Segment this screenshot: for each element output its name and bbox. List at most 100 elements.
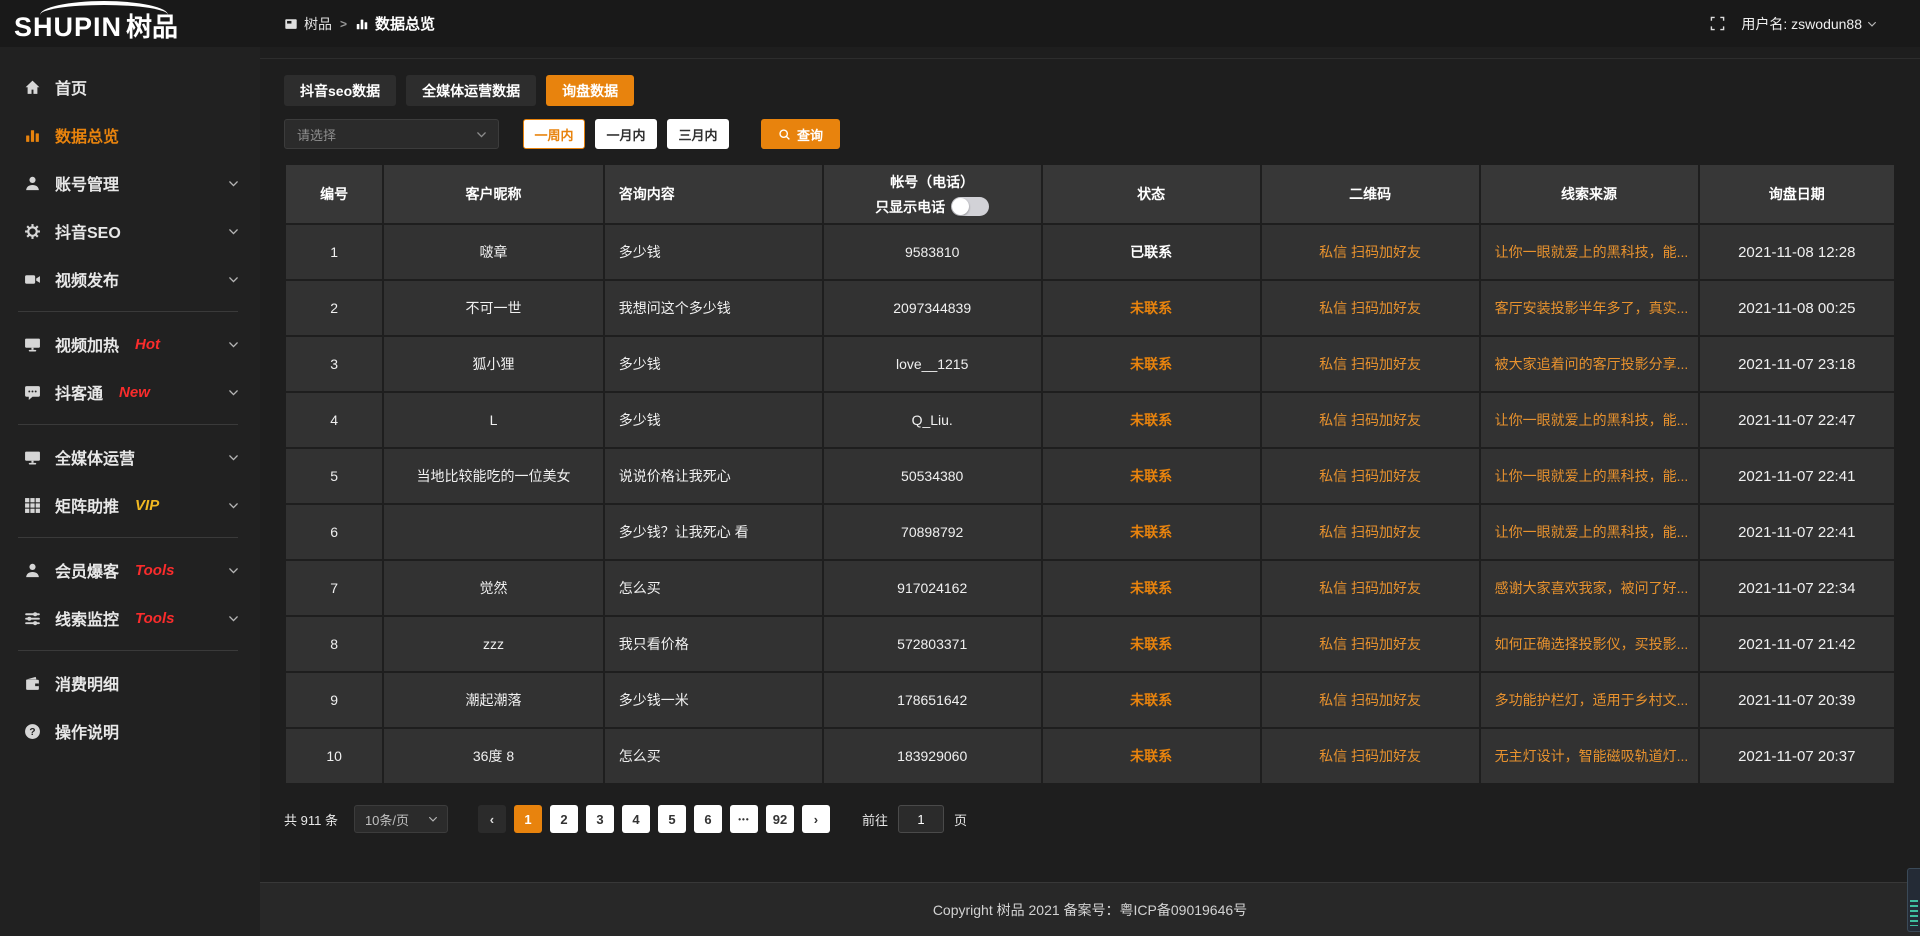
header-qr: 二维码 (1261, 164, 1480, 224)
cell-account: 9583810 (823, 224, 1042, 280)
new-badge: New (119, 384, 150, 401)
status-badge: 未联系 (1042, 728, 1261, 784)
cell-id: 6 (285, 504, 383, 560)
tab-inquiry-data[interactable]: 询盘数据 (546, 75, 634, 106)
qr-link[interactable]: 私信 扫码加好友 (1261, 504, 1480, 560)
goto-label: 前往 (862, 810, 888, 829)
status-badge: 未联系 (1042, 336, 1261, 392)
cell-content: 多少钱 (604, 224, 823, 280)
cell-nickname: L (383, 392, 604, 448)
source-link[interactable]: 被大家追着问的客厅投影分享... (1480, 336, 1699, 392)
qr-link[interactable]: 私信 扫码加好友 (1261, 336, 1480, 392)
next-page-button[interactable]: › (802, 805, 830, 833)
status-badge: 未联系 (1042, 392, 1261, 448)
header-status: 状态 (1042, 164, 1261, 224)
topbar-right: 用户名: zswodun88 (1710, 14, 1920, 34)
range-quarter-button[interactable]: 三月内 (667, 119, 729, 149)
qr-link[interactable]: 私信 扫码加好友 (1261, 672, 1480, 728)
cell-date: 2021-11-08 12:28 (1699, 224, 1895, 280)
header-source: 线索来源 (1480, 164, 1699, 224)
fullscreen-icon[interactable] (1710, 16, 1725, 31)
tools-badge: Tools (135, 610, 174, 627)
page-button-3[interactable]: 3 (586, 805, 614, 833)
account-select[interactable]: 请选择 (284, 119, 499, 149)
sidebar-item-matrix-boost[interactable]: 矩阵助推 VIP (0, 481, 260, 529)
cell-date: 2021-11-07 22:41 (1699, 448, 1895, 504)
breadcrumb: 树品 > 数据总览 (284, 13, 435, 34)
logo[interactable]: SHUPIN 树品 (0, 0, 260, 47)
page-button-92[interactable]: 92 (766, 805, 794, 833)
source-link[interactable]: 客厅安装投影半年多了，真实... (1480, 280, 1699, 336)
sidebar-item-douyin-seo[interactable]: 抖音SEO (0, 207, 260, 255)
page-button-5[interactable]: 5 (658, 805, 686, 833)
content-divider (260, 47, 1920, 59)
phone-only-toggle[interactable] (951, 197, 989, 216)
source-link[interactable]: 如何正确选择投影仪，买投影... (1480, 616, 1699, 672)
page-button-6[interactable]: 6 (694, 805, 722, 833)
page-ellipsis-button[interactable]: ••• (730, 805, 758, 833)
sidebar-item-omnimedia[interactable]: 全媒体运营 (0, 433, 260, 481)
sidebar-item-account-management[interactable]: 账号管理 (0, 159, 260, 207)
source-link[interactable]: 让你一眼就爱上的黑科技，能... (1480, 392, 1699, 448)
breadcrumb-separator: > (340, 17, 347, 31)
cell-content: 我想问这个多少钱 (604, 280, 823, 336)
qr-link[interactable]: 私信 扫码加好友 (1261, 392, 1480, 448)
sidebar-item-data-overview[interactable]: 数据总览 (0, 111, 260, 159)
chevron-down-icon (427, 813, 439, 825)
vip-badge: VIP (135, 497, 159, 514)
qr-link[interactable]: 私信 扫码加好友 (1261, 560, 1480, 616)
cell-nickname: 36度 8 (383, 728, 604, 784)
source-link[interactable]: 感谢大家喜欢我家，被问了好... (1480, 560, 1699, 616)
prev-page-button[interactable]: ‹ (478, 805, 506, 833)
qr-link[interactable]: 私信 扫码加好友 (1261, 448, 1480, 504)
tab-douyin-seo-data[interactable]: 抖音seo数据 (284, 75, 396, 106)
chevron-down-icon (227, 451, 240, 464)
source-link[interactable]: 让你一眼就爱上的黑科技，能... (1480, 504, 1699, 560)
sidebar-item-video-heating[interactable]: 视频加热 Hot (0, 320, 260, 368)
cell-id: 7 (285, 560, 383, 616)
search-button[interactable]: 查询 (761, 119, 840, 149)
floating-widget[interactable] (1907, 868, 1920, 932)
sidebar-item-home[interactable]: 首页 (0, 63, 260, 111)
cell-date: 2021-11-07 20:37 (1699, 728, 1895, 784)
source-link[interactable]: 无主灯设计，智能磁吸轨道灯... (1480, 728, 1699, 784)
cell-content: 怎么买 (604, 728, 823, 784)
tab-omnimedia-data[interactable]: 全媒体运营数据 (406, 75, 536, 106)
chevron-down-icon (227, 612, 240, 625)
breadcrumb-root[interactable]: 树品 (284, 14, 332, 34)
goto-page-input[interactable] (898, 805, 944, 833)
page-size-select[interactable]: 10条/页 (354, 805, 448, 833)
sidebar-item-douketong[interactable]: 抖客通 New (0, 368, 260, 416)
cell-date: 2021-11-08 00:25 (1699, 280, 1895, 336)
sidebar-item-lead-monitoring[interactable]: 线索监控 Tools (0, 594, 260, 642)
page-button-1[interactable]: 1 (514, 805, 542, 833)
cell-nickname: zzz (383, 616, 604, 672)
phone-only-label: 只显示电话 (875, 197, 945, 217)
user-menu[interactable]: 用户名: zswodun88 (1741, 14, 1878, 34)
source-link[interactable]: 让你一眼就爱上的黑科技，能... (1480, 448, 1699, 504)
qr-link[interactable]: 私信 扫码加好友 (1261, 616, 1480, 672)
status-badge: 未联系 (1042, 616, 1261, 672)
qr-link[interactable]: 私信 扫码加好友 (1261, 280, 1480, 336)
cell-account: 50534380 (823, 448, 1042, 504)
sidebar-item-video-publish[interactable]: 视频发布 (0, 255, 260, 303)
chevron-down-icon (227, 564, 240, 577)
range-month-button[interactable]: 一月内 (595, 119, 657, 149)
cell-id: 4 (285, 392, 383, 448)
cell-account: 917024162 (823, 560, 1042, 616)
header-date: 询盘日期 (1699, 164, 1895, 224)
range-week-button[interactable]: 一周内 (523, 119, 585, 149)
sidebar-divider (18, 650, 238, 651)
main-content: 抖音seo数据 全媒体运营数据 询盘数据 请选择 一周内 一月内 三月内 查询 (260, 47, 1920, 936)
source-link[interactable]: 多功能护栏灯，适用于乡村文... (1480, 672, 1699, 728)
source-link[interactable]: 让你一眼就爱上的黑科技，能... (1480, 224, 1699, 280)
cell-content: 多少钱？让我死心 看 (604, 504, 823, 560)
page-button-4[interactable]: 4 (622, 805, 650, 833)
sidebar-item-member-customers[interactable]: 会员爆客 Tools (0, 546, 260, 594)
sidebar-item-instructions[interactable]: ? 操作说明 (0, 707, 260, 755)
qr-link[interactable]: 私信 扫码加好友 (1261, 728, 1480, 784)
page-button-2[interactable]: 2 (550, 805, 578, 833)
table-row: 10 36度 8 怎么买 183929060 未联系 私信 扫码加好友 无主灯设… (285, 728, 1895, 784)
sidebar-item-spending-details[interactable]: 消费明细 (0, 659, 260, 707)
qr-link[interactable]: 私信 扫码加好友 (1261, 224, 1480, 280)
